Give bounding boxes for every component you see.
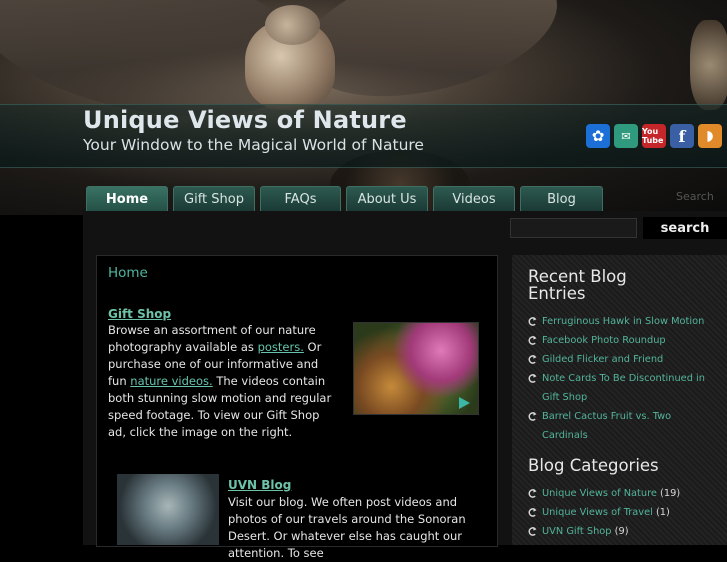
category-label[interactable]: Unique Views of Nature [542, 488, 657, 499]
arrow-bullet-icon [528, 527, 537, 536]
page-title: Home [108, 265, 148, 281]
arrow-bullet-icon [528, 508, 537, 517]
play-icon [459, 397, 470, 409]
arrow-bullet-icon [528, 336, 537, 345]
posters-link[interactable]: posters. [258, 340, 304, 354]
recent-entry-label[interactable]: Gilded Flicker and Friend [542, 350, 708, 369]
arrow-bullet-icon [528, 317, 537, 326]
arrow-bullet-icon [528, 489, 537, 498]
recent-entry[interactable]: Gilded Flicker and Friend [528, 350, 708, 369]
category-count: (9) [614, 526, 629, 537]
recent-entry-label[interactable]: Facebook Photo Roundup [542, 331, 708, 350]
arrow-bullet-icon [528, 374, 537, 383]
recent-entry[interactable]: Barrel Cactus Fruit vs. Two Cardinals [528, 407, 708, 445]
category-label[interactable]: Unique Views of Travel [542, 507, 653, 518]
social-icons: ✿ ✉ You Tube f ◗ [586, 124, 722, 148]
recent-entry[interactable]: Note Cards To Be Discontinued in Gift Sh… [528, 369, 708, 407]
hawk-head [265, 5, 320, 45]
nav-faqs[interactable]: FAQs [260, 186, 341, 211]
arrow-bullet-icon [528, 412, 537, 421]
category-label[interactable]: UVN Gift Shop [542, 526, 612, 537]
category-item[interactable]: Unique Views of Travel (1) [528, 503, 708, 522]
facebook-icon[interactable]: f [670, 124, 694, 148]
category-item[interactable]: UVN Gift Shop (9) [528, 522, 708, 541]
site-tagline: Your Window to the Magical World of Natu… [83, 136, 424, 154]
uvn-blog-heading[interactable]: UVN Blog [228, 478, 291, 492]
category-item[interactable]: Unique Views of Nature (19) [528, 484, 708, 503]
nav-about-us[interactable]: About Us [346, 186, 428, 211]
search-label: Search [676, 190, 714, 203]
recent-entries-title: Recent Blog Entries [528, 267, 627, 303]
category-count: (19) [660, 488, 681, 499]
lizard-image[interactable] [117, 474, 219, 545]
search-input[interactable] [510, 218, 637, 238]
arrow-bullet-icon [528, 355, 537, 364]
recent-entry[interactable]: Ferruginous Hawk in Slow Motion [528, 312, 708, 331]
nav-blog[interactable]: Blog [520, 186, 603, 211]
categories-title: Blog Categories [528, 456, 659, 475]
recent-entry-label[interactable]: Note Cards To Be Discontinued in Gift Sh… [542, 369, 708, 407]
nature-videos-link[interactable]: nature videos. [130, 374, 212, 388]
gift-shop-text: Browse an assortment of our nature photo… [108, 322, 340, 441]
gift-shop-heading[interactable]: Gift Shop [108, 307, 171, 321]
banner-right-figure [690, 20, 727, 110]
nav-videos[interactable]: Videos [433, 186, 515, 211]
nav-home[interactable]: Home [86, 186, 168, 211]
nav-gift-shop[interactable]: Gift Shop [173, 186, 255, 211]
rss-icon[interactable]: ◗ [698, 124, 722, 148]
flickr-icon[interactable]: ✿ [586, 124, 610, 148]
youtube-icon[interactable]: You Tube [642, 124, 666, 148]
recent-entry-label[interactable]: Ferruginous Hawk in Slow Motion [542, 312, 708, 331]
main-nav: Home Gift Shop FAQs About Us Videos Blog [86, 186, 603, 211]
email-icon[interactable]: ✉ [614, 124, 638, 148]
category-count: (1) [655, 507, 670, 518]
uvn-blog-text: Visit our blog. We often post videos and… [228, 495, 466, 560]
site-title[interactable]: Unique Views of Nature [83, 106, 407, 134]
recent-entry-label[interactable]: Barrel Cactus Fruit vs. Two Cardinals [542, 407, 708, 445]
search-button[interactable]: search [643, 217, 727, 239]
recent-entry[interactable]: Facebook Photo Roundup [528, 331, 708, 350]
